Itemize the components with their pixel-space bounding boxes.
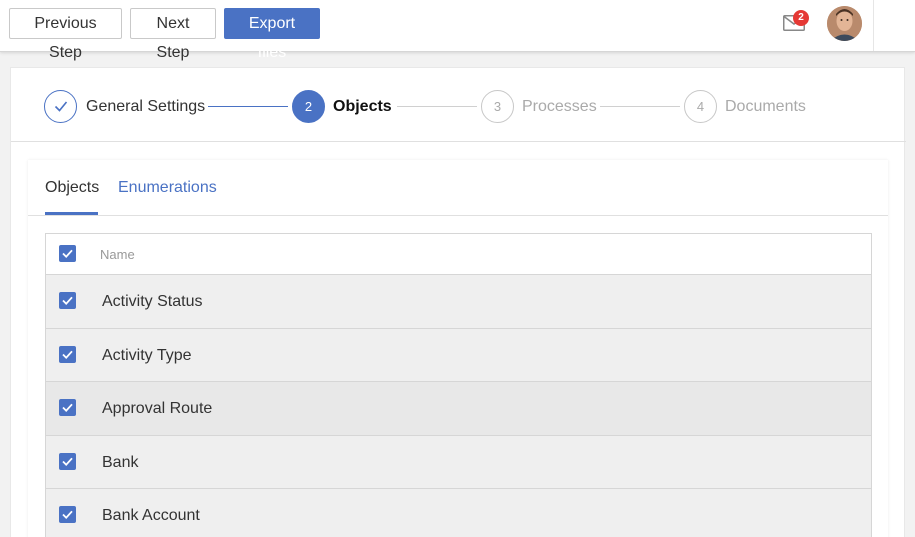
- row-checkbox[interactable]: [59, 452, 76, 470]
- tab-objects[interactable]: Objects: [45, 178, 99, 198]
- export-files-button[interactable]: Export files: [224, 8, 320, 61]
- step-3-label[interactable]: Processes: [522, 97, 597, 117]
- objects-panel: Objects Enumerations Name Activity Statu…: [28, 160, 888, 537]
- checkmark-icon: [62, 510, 73, 520]
- step-2-indicator[interactable]: 2: [292, 90, 325, 123]
- column-header-name[interactable]: Name: [100, 247, 135, 262]
- step-connector: [397, 106, 477, 107]
- table-row[interactable]: Approval Route: [46, 382, 871, 436]
- checkmark-icon: [62, 296, 73, 306]
- step-connector: [600, 106, 680, 107]
- active-tab-indicator: [45, 212, 98, 215]
- row-name: Activity Status: [102, 293, 203, 310]
- wizard-card: General Settings 2 Objects 3 Processes 4…: [10, 67, 906, 537]
- row-name: Bank Account: [102, 507, 200, 524]
- checkmark-icon: [62, 350, 73, 359]
- step-connector: [208, 106, 288, 107]
- row-checkbox[interactable]: [59, 506, 76, 523]
- next-step-button[interactable]: Next Step: [130, 8, 216, 61]
- row-name: Activity Type: [102, 346, 192, 364]
- step-2-label[interactable]: Objects: [333, 97, 392, 117]
- row-name: Bank: [102, 453, 139, 471]
- row-checkbox[interactable]: [59, 292, 76, 309]
- objects-table: Name Activity Status Activity Type Appro…: [45, 233, 872, 537]
- table-row[interactable]: Bank Account: [46, 489, 871, 537]
- checkmark-icon: [62, 457, 73, 466]
- top-toolbar: Previous Step Next Step Export files 2: [0, 0, 915, 61]
- table-row[interactable]: Activity Status: [46, 275, 871, 329]
- checkmark-icon: [62, 249, 73, 259]
- step-1-label[interactable]: General Settings: [86, 97, 205, 117]
- row-checkbox[interactable]: [59, 399, 76, 416]
- step-3-indicator[interactable]: 3: [481, 90, 514, 123]
- table-row[interactable]: Bank: [46, 435, 871, 489]
- table-header: Name: [46, 234, 871, 275]
- select-all-checkbox[interactable]: [59, 245, 76, 262]
- step-4-indicator[interactable]: 4: [684, 90, 717, 123]
- avatar[interactable]: [827, 6, 862, 41]
- check-icon: [54, 101, 67, 112]
- row-name: Approval Route: [102, 400, 213, 417]
- tab-enumerations[interactable]: Enumerations: [118, 178, 217, 198]
- step-4-label[interactable]: Documents: [725, 97, 806, 117]
- tab-bar: Objects Enumerations: [28, 160, 888, 216]
- table-row[interactable]: Activity Type: [46, 328, 871, 382]
- checkmark-icon: [62, 403, 73, 413]
- notification-badge: 2: [793, 10, 809, 26]
- toolbar-divider: [873, 0, 874, 51]
- step-1-indicator[interactable]: [44, 90, 77, 123]
- row-checkbox[interactable]: [59, 345, 76, 363]
- stepper: General Settings 2 Objects 3 Processes 4…: [11, 68, 906, 142]
- previous-step-button[interactable]: Previous Step: [9, 8, 122, 61]
